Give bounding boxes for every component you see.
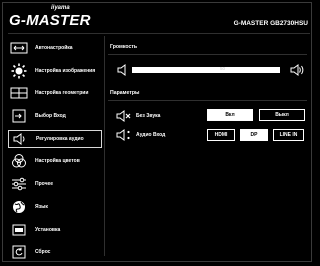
mute-label: Без Звука (136, 113, 161, 119)
volume-slider[interactable]: 50 (132, 66, 280, 73)
brand-logo: G-MASTER (9, 12, 91, 29)
sidebar-item-label: Регулировка аудио (36, 135, 84, 142)
color-palette-icon (10, 154, 28, 168)
logo: iiyama G-MASTER (9, 5, 91, 29)
params-section-title: Параметры (110, 90, 140, 96)
sidebar-item-misc[interactable]: Прочее (8, 175, 102, 193)
sidebar-item-reset[interactable]: Сброс (8, 243, 102, 261)
brand-top: iiyama (51, 5, 70, 11)
sidebar-item-label: Прочее (35, 181, 54, 188)
params-section-divider (108, 100, 307, 101)
sidebar-item-label: Язык (35, 203, 48, 210)
volume-section-divider (108, 54, 307, 55)
volume-value: 50 (220, 66, 226, 71)
sidebar-item-geometry[interactable]: Настройка геометрии (8, 84, 102, 102)
audio-input-linein-button[interactable]: LINE IN (273, 129, 304, 141)
sidebar-divider (104, 36, 105, 256)
mute-on-button[interactable]: Вкл (207, 109, 253, 121)
sidebar-item-label: Установка (35, 226, 61, 233)
sidebar-item-label: Настройка геометрии (35, 90, 89, 97)
sidebar-item-input-select[interactable]: Выбор Вход (8, 107, 102, 125)
audio-icon (11, 132, 29, 146)
volume-section-title: Громкость (110, 44, 138, 50)
sidebar-item-audio[interactable]: Регулировка аудио (8, 129, 102, 148)
volume-row: 50 (116, 60, 306, 80)
sidebar-item-label: Настройка цветов (35, 158, 80, 165)
speaker-low-icon (116, 63, 130, 82)
model-name: G-MASTER GB2730HSU (233, 20, 308, 27)
sidebar-item-label: Выбор Вход (35, 113, 66, 120)
geometry-icon (10, 86, 28, 100)
sidebar-item-color[interactable]: Настройка цветов (8, 152, 102, 170)
setup-icon (10, 223, 28, 237)
audio-input-dp-button[interactable]: DP (240, 129, 268, 141)
sidebar-item-label: Сброс (35, 249, 51, 256)
speaker-high-icon (289, 63, 305, 82)
settings-sliders-icon (10, 177, 28, 191)
sidebar-item-language[interactable]: Язык (8, 198, 102, 216)
audio-input-hdmi-button[interactable]: HDMI (207, 129, 235, 141)
input-select-icon (10, 109, 28, 123)
sidebar-item-setup[interactable]: Установка (8, 221, 102, 239)
audio-input-label: Аудио Вход (136, 132, 166, 138)
mute-icon (116, 109, 132, 128)
sidebar: Автонастройка Настройка изображения Наст… (8, 39, 102, 266)
mute-off-button[interactable]: Выкл (259, 109, 305, 121)
sidebar-item-label: Автонастройка (35, 45, 73, 51)
header-divider (8, 33, 310, 34)
sidebar-item-label: Настройка изображения (35, 67, 96, 74)
globe-icon (10, 200, 28, 214)
sidebar-item-picture[interactable]: Настройка изображения (8, 62, 102, 80)
audio-input-icon (116, 128, 132, 147)
brightness-icon (10, 63, 28, 79)
reset-icon (10, 245, 28, 259)
sidebar-item-auto-adjust[interactable]: Автонастройка (8, 39, 102, 57)
auto-adjust-icon (10, 41, 28, 55)
